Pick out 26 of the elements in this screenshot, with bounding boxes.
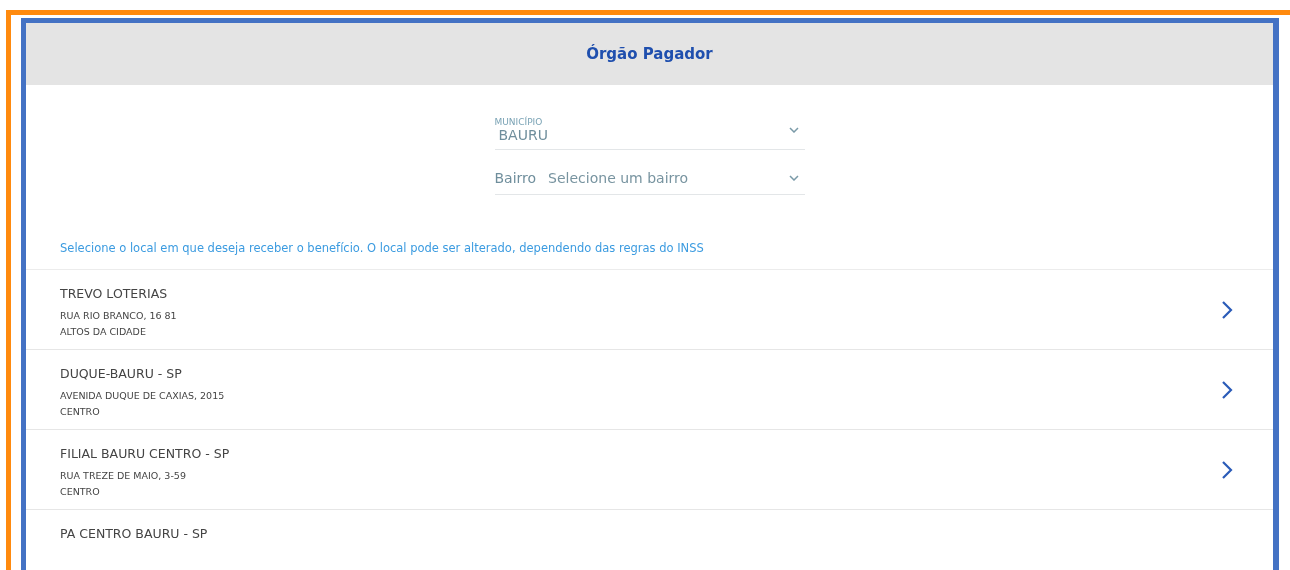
location-row[interactable]: FILIAL BAURU CENTRO - SP RUA TREZE DE MAIO, 3-59 CENTRO [26,430,1273,510]
chevron-right-icon [1221,299,1233,320]
location-name: TREVO LOTERIAS [60,286,169,301]
field-label: Bairro [494,170,537,186]
instruction-text: Selecione o local em que deseja receber o benefício. O local pode ser alterado, dependendo das regras do INSS [60,241,704,255]
field-value: BAURU [498,127,549,143]
location-name: FILIAL BAURU CENTRO - SP [60,446,231,461]
location-row[interactable]: DUQUE-BAURU - SP AVENIDA DUQUE DE CAXIAS, 2015 CENTRO [26,350,1273,430]
location-address: RUA TREZE DE MAIO, 3-59 [60,469,187,483]
location-address: AVENIDA DUQUE DE CAXIAS, 2015 [60,389,226,403]
field-label: MUNICÍPIO [494,117,544,127]
chevron-right-icon [1221,379,1233,400]
location-row[interactable]: PA CENTRO BAURU - SP [26,510,1273,570]
location-row[interactable]: TREVO LOTERIAS RUA RIO BRANCO, 16 81 ALTOS DA CIDADE [26,270,1273,350]
location-name: DUQUE-BAURU - SP [60,366,183,381]
location-district: CENTRO [60,485,101,499]
bairro-select[interactable]: Bairro Selecione um bairro [494,164,805,195]
location-name: PA CENTRO BAURU - SP [60,526,209,541]
caret-icon [788,175,799,181]
bairro-input[interactable]: Selecione um bairro [548,170,789,186]
location-address: RUA RIO BRANCO, 16 81 [60,309,178,323]
location-district: CENTRO [60,405,101,419]
location-district: ALTOS DA CIDADE [60,325,147,339]
caret-icon [788,127,799,133]
chevron-right-icon [1221,459,1233,480]
page-title: Órgão Pagador [586,45,713,63]
